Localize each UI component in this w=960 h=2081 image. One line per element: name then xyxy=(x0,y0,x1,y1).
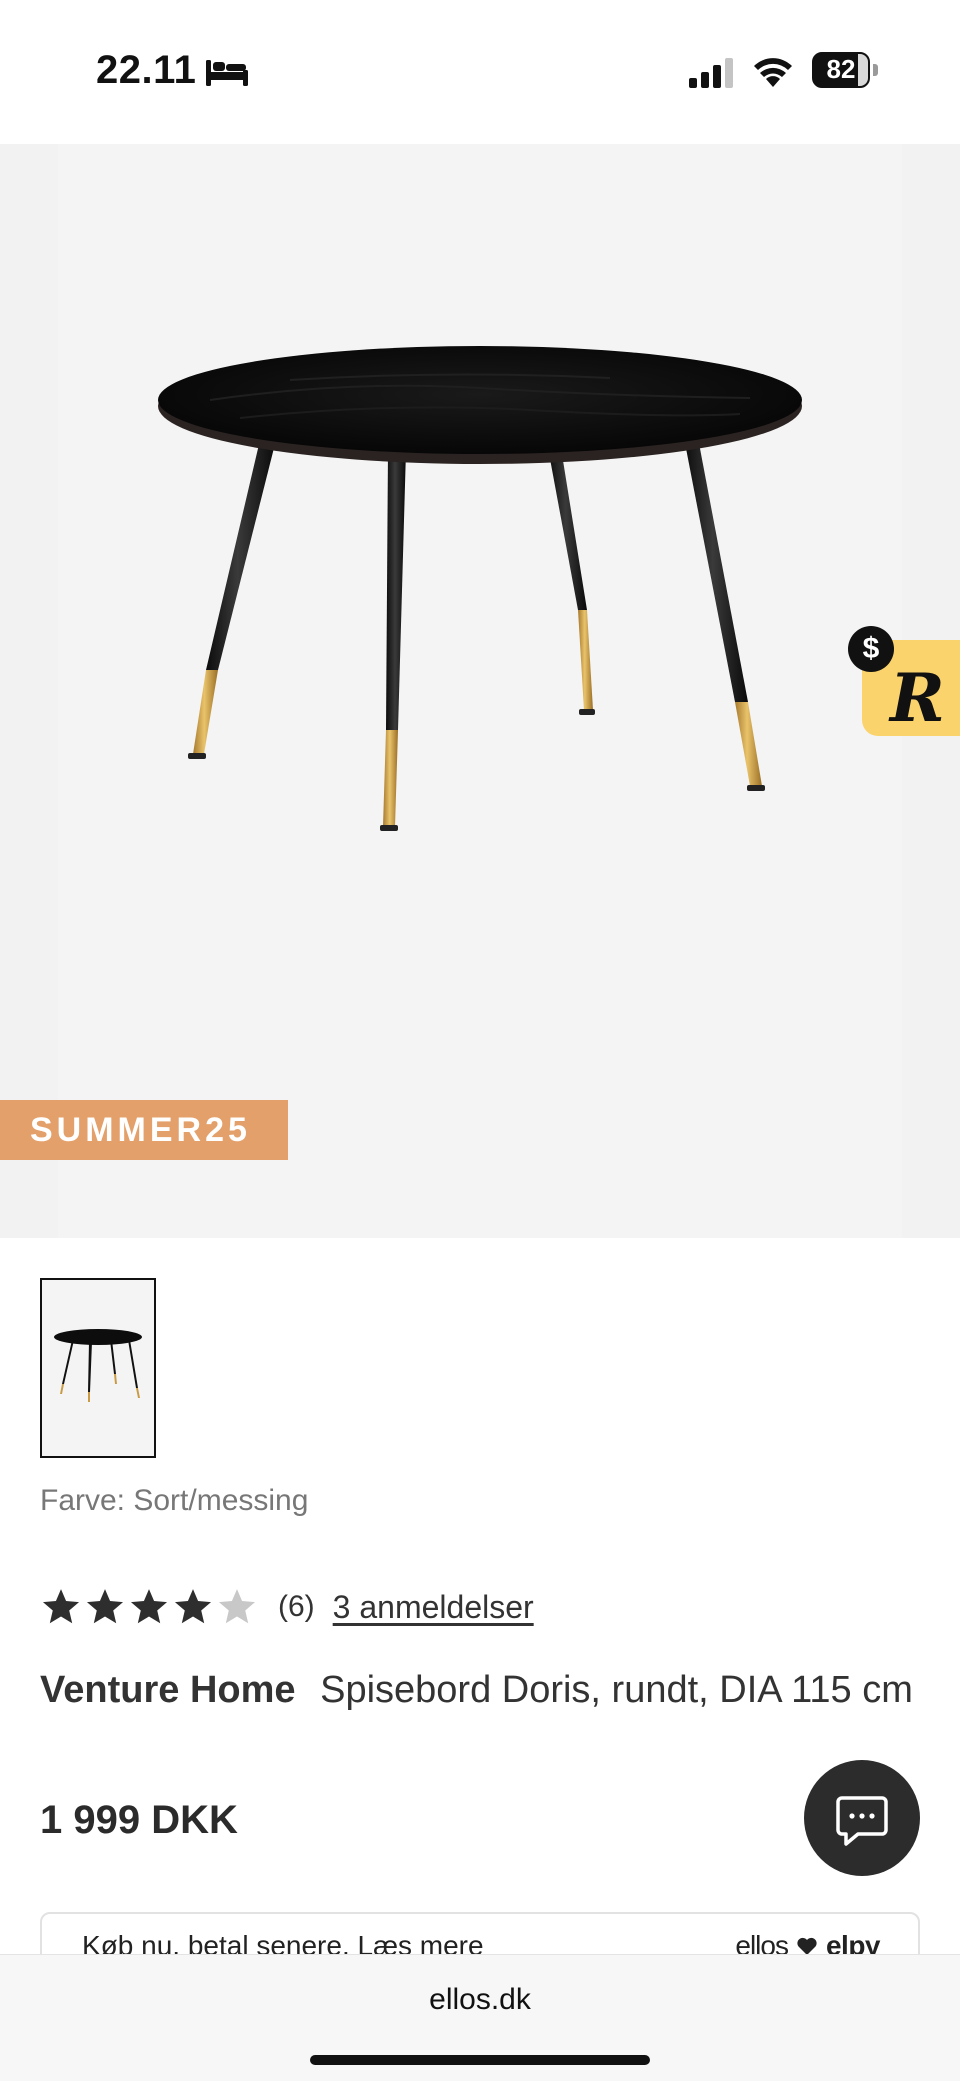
bed-icon xyxy=(206,60,248,86)
browser-address-bar[interactable]: ellos.dk xyxy=(0,1954,960,2081)
product-page: 22.11 82 SUMMER25 R $ Farve: Sort/messin… xyxy=(0,0,960,2081)
battery-cap xyxy=(873,64,878,76)
star-filled-icon xyxy=(174,1589,212,1624)
promo-code-badge: SUMMER25 xyxy=(0,1100,288,1160)
star-filled-icon xyxy=(86,1589,124,1624)
product-brand[interactable]: Venture Home xyxy=(40,1669,296,1711)
dollar-icon: $ xyxy=(848,626,894,672)
color-label: Farve: Sort/messing xyxy=(40,1484,309,1517)
cashback-widget[interactable]: R $ xyxy=(848,626,960,738)
status-time: 22.11 xyxy=(96,48,197,92)
battery-indicator: 82 xyxy=(812,52,878,88)
home-indicator[interactable] xyxy=(310,2055,650,2065)
chat-button[interactable] xyxy=(804,1760,920,1876)
heart-icon xyxy=(797,1937,817,1955)
product-image-gallery[interactable]: SUMMER25 R $ xyxy=(0,144,960,1238)
product-title: Venture Home Spisebord Doris, rundt, DIA… xyxy=(40,1660,920,1720)
star-rating xyxy=(40,1586,260,1628)
gallery-edge-left xyxy=(0,144,58,1238)
cellular-signal-icon xyxy=(689,58,733,88)
rating-row: (6) 3 anmeldelser xyxy=(40,1582,534,1632)
product-name: Spisebord Doris, rundt, DIA 115 cm xyxy=(320,1669,913,1711)
product-image-dining-table[interactable] xyxy=(150,340,810,860)
cashback-logo-letter: R xyxy=(890,659,945,737)
thumbnail-image-1[interactable] xyxy=(40,1278,156,1458)
status-bar: 22.11 82 xyxy=(0,0,960,144)
chat-bubble-icon xyxy=(836,1796,888,1846)
star-filled-icon xyxy=(130,1589,168,1624)
rating-count: (6) xyxy=(278,1590,315,1623)
battery-percentage: 82 xyxy=(826,54,856,84)
thumbnail-dining-table-image xyxy=(54,1329,142,1402)
url-text[interactable]: ellos.dk xyxy=(0,1983,960,2017)
wifi-icon xyxy=(754,58,792,87)
star-empty-icon xyxy=(218,1589,256,1624)
reviews-link[interactable]: 3 anmeldelser xyxy=(333,1589,534,1626)
product-price: 1 999 DKK xyxy=(40,1798,238,1842)
star-filled-icon xyxy=(42,1589,80,1624)
